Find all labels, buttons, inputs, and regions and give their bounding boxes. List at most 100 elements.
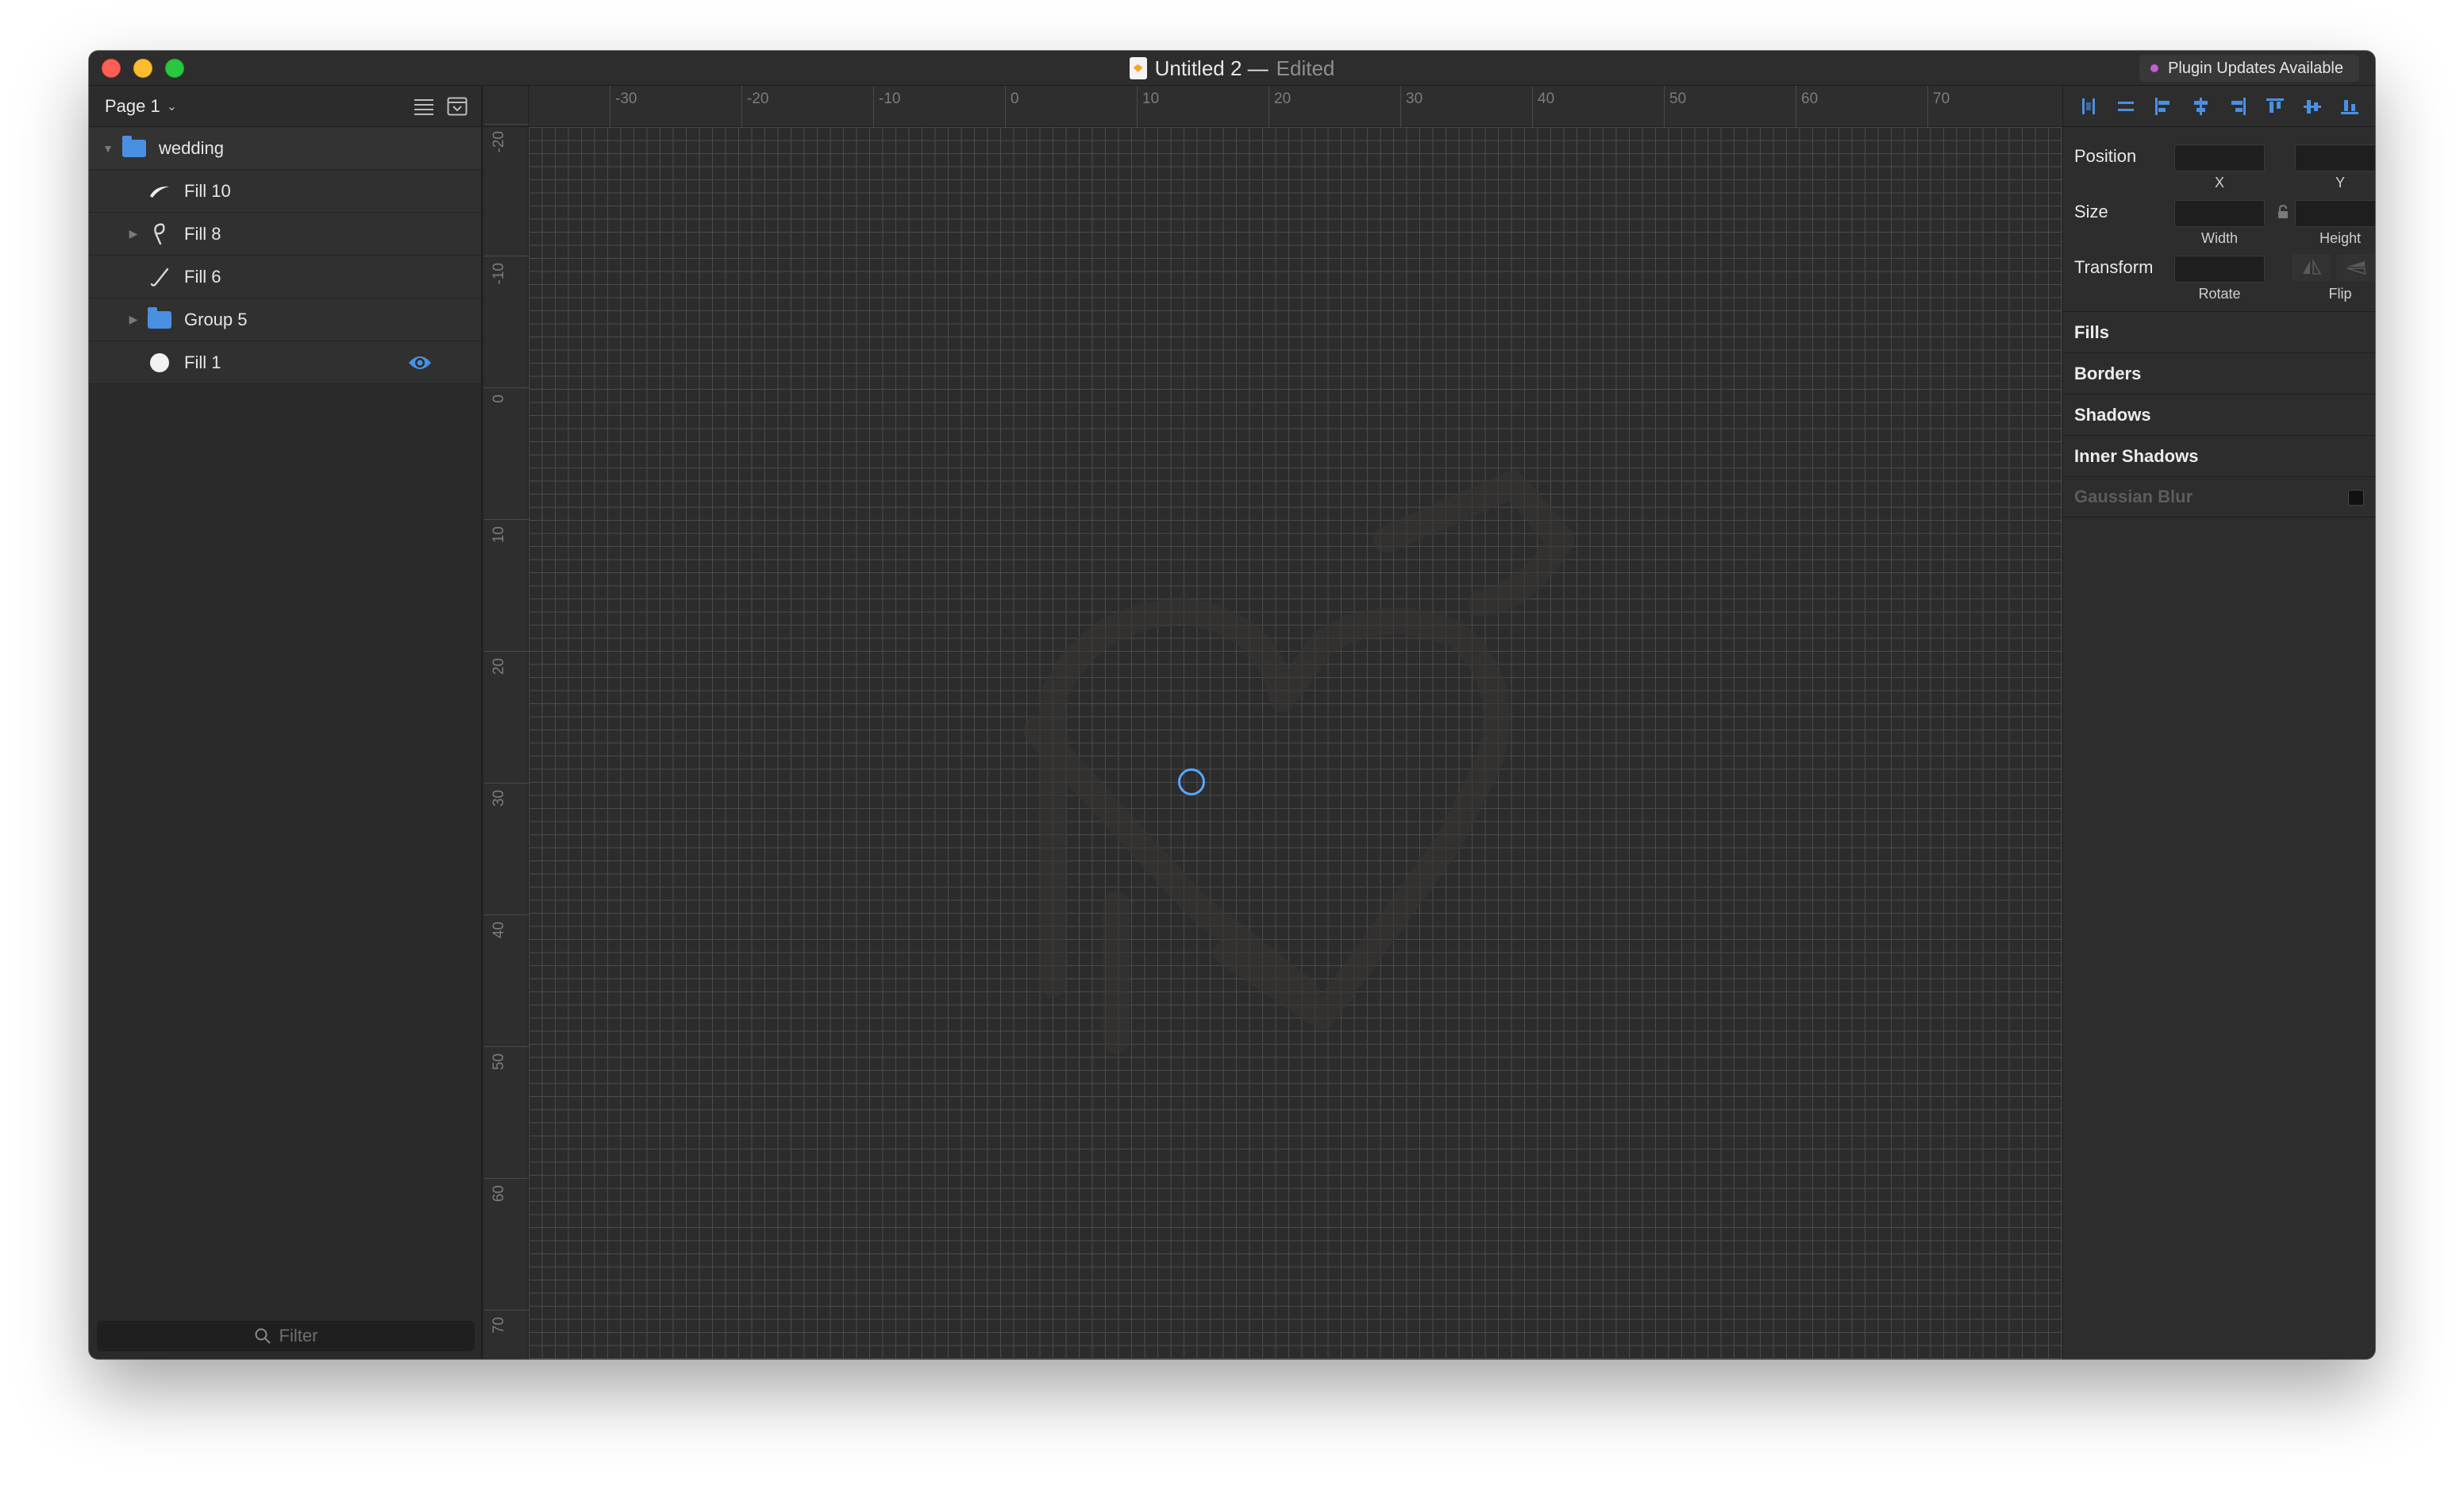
gaussian-blur-section[interactable]: Gaussian Blur xyxy=(2063,476,2375,518)
alignment-toolbar xyxy=(2063,86,2375,127)
folder-icon xyxy=(148,306,171,330)
plugin-updates-label: Plugin Updates Available xyxy=(2168,59,2343,77)
layer-row-fill-6[interactable]: Fill 6 xyxy=(89,256,481,298)
document-icon xyxy=(1129,57,1147,79)
path-arc-icon xyxy=(148,181,171,202)
distribute-vertical-icon[interactable] xyxy=(2115,95,2137,117)
gaussian-blur-checkbox[interactable] xyxy=(2348,490,2364,506)
plugin-updates-badge[interactable]: Plugin Updates Available xyxy=(2139,55,2359,82)
layer-name: Fill 8 xyxy=(184,223,221,244)
disclosure-expanded-icon[interactable]: ▼ xyxy=(100,141,116,156)
ruler-tick-left: 50 xyxy=(484,1046,529,1070)
ruler-tick: 20 xyxy=(1269,86,1291,127)
disclosure-collapsed-icon[interactable]: ▶ xyxy=(125,312,141,328)
app-window: Untitled 2 — Edited Plugin Updates Avail… xyxy=(89,51,2375,1359)
flip-horizontal-icon xyxy=(2303,260,2322,275)
ruler-tick: 70 xyxy=(1927,86,1950,127)
layer-row-group-5[interactable]: ▶ Group 5 xyxy=(89,298,481,341)
layer-name: Fill 1 xyxy=(184,352,221,372)
layer-row-fill-10[interactable]: Fill 10 xyxy=(89,170,481,213)
height-caption: Height xyxy=(2319,230,2362,246)
canvas-area[interactable]: -30 -20 -10 0 10 20 30 40 50 60 70 -20 -… xyxy=(484,86,2062,1359)
rotate-caption: Rotate xyxy=(2198,286,2241,302)
position-label: Position xyxy=(2074,146,2137,166)
position-row: Position X Y xyxy=(2063,135,2375,191)
flip-buttons xyxy=(2292,254,2375,281)
horizontal-ruler[interactable]: -30 -20 -10 0 10 20 30 40 50 60 70 xyxy=(529,86,2062,127)
layer-list: ▼ wedding Fill 10 ▶ Fill 8 Fill 6 ▶ Grou… xyxy=(89,127,481,384)
layer-filter-field[interactable]: Filter xyxy=(97,1321,475,1351)
borders-section[interactable]: Borders xyxy=(2063,352,2375,394)
lock-icon[interactable] xyxy=(2277,205,2289,219)
faint-artwork-shape xyxy=(1023,471,1574,1053)
ruler-tick-left: 20 xyxy=(484,651,529,675)
insertion-cursor-ring xyxy=(1178,768,1205,795)
gaussian-blur-label: Gaussian Blur xyxy=(2074,487,2193,506)
window-title-area: Untitled 2 — Edited xyxy=(89,51,2375,86)
flip-vertical-button[interactable] xyxy=(2336,254,2375,281)
vertical-ruler[interactable]: -20 -10 0 10 20 30 40 50 60 70 xyxy=(484,124,529,1359)
path-check-icon xyxy=(148,267,171,287)
layer-name: wedding xyxy=(159,137,224,158)
flip-caption: Flip xyxy=(2328,286,2352,302)
inner-shadows-section[interactable]: Inner Shadows xyxy=(2063,435,2375,476)
width-field[interactable] xyxy=(2174,200,2265,227)
align-right-icon[interactable] xyxy=(2227,95,2249,117)
disclosure-collapsed-icon[interactable]: ▶ xyxy=(125,226,141,242)
position-y-field[interactable] xyxy=(2295,144,2375,171)
flip-horizontal-button[interactable] xyxy=(2292,254,2331,281)
filter-placeholder: Filter xyxy=(279,1326,318,1345)
size-row: Size Width Height xyxy=(2063,191,2375,246)
ruler-tick: -30 xyxy=(610,86,637,127)
ruler-tick-left: 70 xyxy=(484,1310,529,1334)
oval-icon xyxy=(148,352,171,373)
ruler-tick: 50 xyxy=(1664,86,1686,127)
search-icon xyxy=(255,1328,271,1344)
page-selector[interactable]: Page 1 ⌄ xyxy=(105,96,402,117)
ruler-tick: 0 xyxy=(1005,86,1019,127)
transform-row: Transform Rotate Flip xyxy=(2063,246,2375,302)
align-middle-vertical-icon[interactable] xyxy=(2301,95,2323,117)
align-bottom-icon[interactable] xyxy=(2339,95,2361,117)
ruler-tick: 30 xyxy=(1400,86,1423,127)
sidebar-header: Page 1 ⌄ xyxy=(89,86,481,127)
rotate-field[interactable] xyxy=(2174,256,2265,283)
align-center-horizontal-icon[interactable] xyxy=(2189,95,2212,117)
shadows-section[interactable]: Shadows xyxy=(2063,394,2375,435)
inspector-panel: Position X Y Size Width Height Transform xyxy=(2062,86,2375,1359)
collapse-layers-icon[interactable] xyxy=(446,95,468,117)
pixel-grid[interactable] xyxy=(529,127,2062,1359)
flip-vertical-icon xyxy=(2347,261,2366,275)
fills-section[interactable]: Fills xyxy=(2063,311,2375,352)
align-left-icon[interactable] xyxy=(2152,95,2174,117)
size-label: Size xyxy=(2074,202,2108,221)
path-curl-icon xyxy=(148,222,171,244)
y-caption: Y xyxy=(2335,175,2345,191)
ruler-tick-left: 10 xyxy=(484,519,529,543)
distribute-horizontal-icon[interactable] xyxy=(2077,95,2100,117)
position-x-field[interactable] xyxy=(2174,144,2265,171)
layer-name: Group 5 xyxy=(184,309,248,329)
chevron-down-icon: ⌄ xyxy=(166,99,178,114)
window-title: Untitled 2 — xyxy=(1154,56,1269,80)
ruler-tick-left: -20 xyxy=(484,124,529,152)
height-field[interactable] xyxy=(2295,200,2375,227)
folder-icon xyxy=(122,135,146,159)
align-top-icon[interactable] xyxy=(2264,95,2286,117)
page-label: Page 1 xyxy=(105,95,160,116)
plugin-dot-icon xyxy=(2150,64,2159,72)
ruler-tick-left: 60 xyxy=(484,1178,529,1202)
ruler-tick: 60 xyxy=(1796,86,1818,127)
ruler-tick: 10 xyxy=(1137,86,1159,127)
eye-icon[interactable] xyxy=(408,352,432,374)
layer-row-fill-1[interactable]: Fill 1 xyxy=(89,341,481,384)
width-caption: Width xyxy=(2200,230,2238,246)
layers-sidebar: Page 1 ⌄ ▼ wedding Fill 10 ▶ Fill 8 Fill… xyxy=(89,86,483,1359)
x-caption: X xyxy=(2214,175,2224,191)
list-view-icon[interactable] xyxy=(413,95,435,117)
layer-row-fill-8[interactable]: ▶ Fill 8 xyxy=(89,213,481,256)
layer-row-wedding[interactable]: ▼ wedding xyxy=(89,127,481,170)
ruler-tick: -20 xyxy=(741,86,768,127)
